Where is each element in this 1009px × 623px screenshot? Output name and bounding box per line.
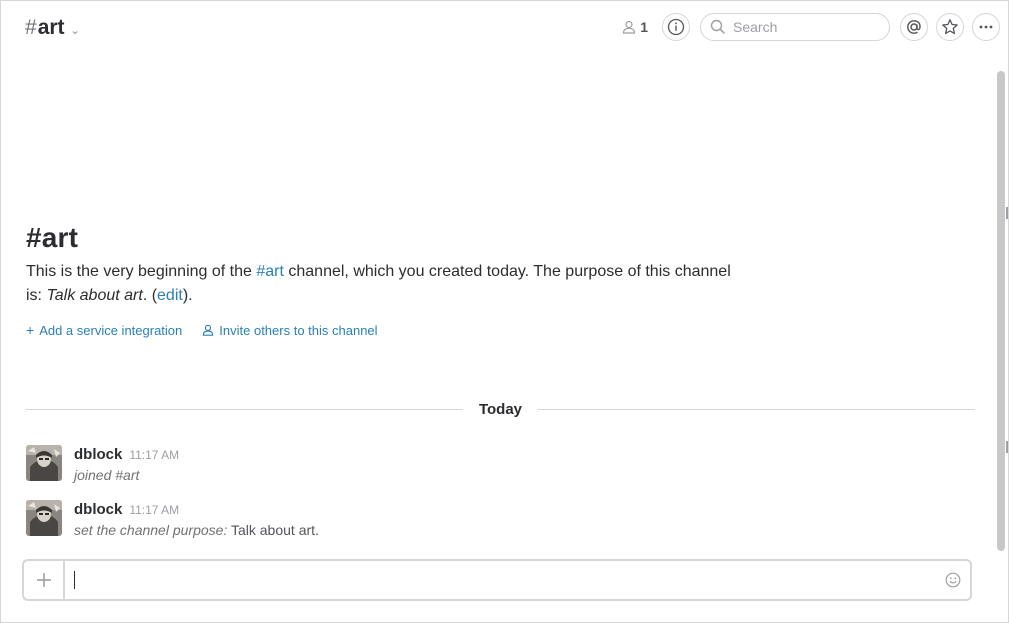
search-icon (710, 19, 726, 35)
scrollbar-thumb[interactable] (997, 71, 1005, 551)
person-icon (623, 20, 636, 34)
person-icon (203, 324, 214, 336)
invite-others-label: Invite others to this channel (219, 322, 378, 338)
channel-header: # art ⌄ 1 (1, 1, 1008, 53)
more-actions-button[interactable] (972, 13, 1000, 41)
channel-name: art (37, 16, 65, 39)
search-input[interactable] (733, 19, 873, 35)
message-sender[interactable]: dblock (74, 501, 122, 518)
message-text-italic: joined #art (74, 467, 140, 483)
message-text-italic: set the channel purpose: (74, 522, 228, 538)
intro-title: #art (26, 222, 79, 253)
more-icon (979, 25, 993, 29)
message-text: joined #art (74, 467, 179, 483)
window-edge-mark (1006, 441, 1008, 453)
channel-purpose: Talk about art (46, 287, 143, 304)
message-input[interactable] (65, 561, 936, 599)
message-sender[interactable]: dblock (74, 446, 122, 463)
message-item: dblock 11:17 AM joined #art (26, 445, 179, 483)
file-upload-button[interactable] (24, 561, 65, 599)
intro-text-before: This is the very beginning of the (26, 263, 257, 280)
message-header: dblock 11:17 AM (74, 446, 179, 463)
star-icon (942, 19, 958, 35)
plus-icon: + (26, 322, 35, 338)
message-composer (22, 559, 972, 601)
divider-line (538, 408, 975, 410)
add-integration-link[interactable]: + Add a service integration (26, 322, 182, 338)
member-count-button[interactable]: 1 (622, 19, 648, 35)
intro-actions: + Add a service integration Invite other… (26, 322, 746, 338)
message-item: dblock 11:17 AM set the channel purpose:… (26, 500, 319, 538)
channel-intro: #art This is the very beginning of the #… (26, 222, 746, 338)
info-icon (667, 18, 685, 36)
text-cursor (74, 571, 75, 589)
channel-hash: # (25, 16, 37, 39)
intro-text-close: ). (182, 287, 193, 304)
divider-line (26, 408, 463, 410)
invite-others-link[interactable]: Invite others to this channel (202, 322, 378, 338)
message-text: set the channel purpose: Talk about art. (74, 522, 319, 538)
intro-text: This is the very beginning of the #art c… (26, 260, 746, 308)
plus-icon (36, 573, 51, 587)
message-header: dblock 11:17 AM (74, 501, 319, 518)
channel-info-button[interactable] (662, 13, 690, 41)
starred-button[interactable] (936, 13, 964, 41)
intro-text-end: . ( (142, 287, 158, 304)
message-timestamp[interactable]: 11:17 AM (129, 503, 179, 517)
at-icon (907, 20, 921, 34)
message-timestamp[interactable]: 11:17 AM (129, 448, 179, 462)
channel-title[interactable]: # art ⌄ (25, 16, 80, 40)
chevron-down-icon: ⌄ (70, 24, 80, 37)
window-edge-mark (1006, 207, 1008, 219)
day-divider: Today (26, 398, 975, 420)
app-window: # art ⌄ 1 Search #art This is the very b… (0, 0, 1009, 623)
emoji-button[interactable] (936, 561, 970, 599)
header-actions: 1 (622, 13, 1000, 41)
member-count: 1 (640, 19, 648, 35)
search-box[interactable] (700, 13, 890, 41)
message-scrollbar[interactable] (997, 57, 1005, 553)
add-integration-label: Add a service integration (39, 322, 183, 338)
day-divider-label: Today (478, 400, 523, 418)
mentions-button[interactable] (900, 13, 928, 41)
avatar[interactable] (26, 500, 62, 536)
message-body: dblock 11:17 AM joined #art (74, 445, 179, 483)
smiley-icon (945, 572, 961, 588)
channel-link[interactable]: #art (256, 263, 284, 280)
message-text-plain: Talk about art. (227, 522, 319, 538)
edit-purpose-link[interactable]: edit (157, 287, 183, 304)
message-body: dblock 11:17 AM set the channel purpose:… (74, 500, 319, 538)
avatar[interactable] (26, 445, 62, 481)
message-input-area[interactable] (65, 561, 936, 599)
